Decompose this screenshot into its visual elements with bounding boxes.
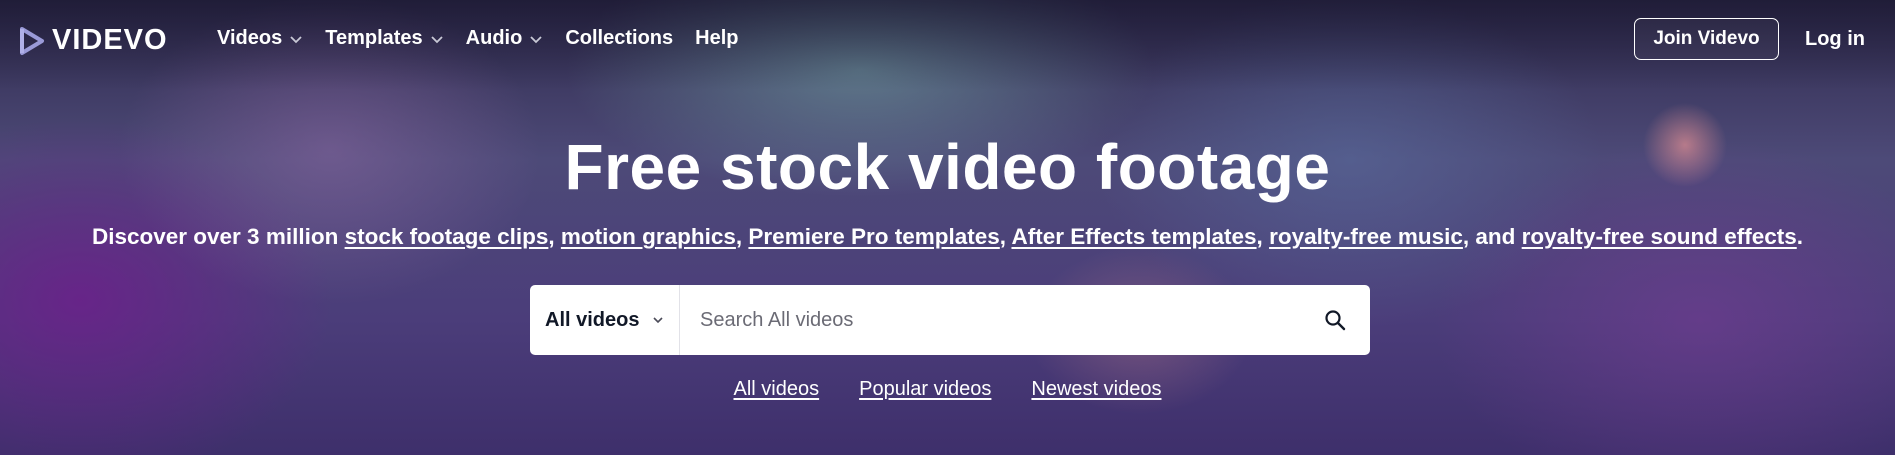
link-newest-videos[interactable]: Newest videos — [1031, 378, 1161, 401]
nav-templates[interactable]: Templates — [325, 27, 443, 50]
join-button[interactable]: Join Videvo — [1634, 18, 1779, 60]
nav-audio[interactable]: Audio — [466, 27, 544, 50]
main-menu: Videos Templates Audio Collections Help — [217, 27, 760, 50]
login-link[interactable]: Log in — [1805, 28, 1865, 51]
chevron-down-icon — [530, 35, 542, 43]
chevron-down-icon — [653, 317, 664, 324]
nav-audio-label: Audio — [465, 27, 523, 49]
subtitle-conjunction: , and — [1462, 224, 1522, 249]
search-type-select[interactable]: All videos — [530, 285, 680, 355]
subtitle-suffix: . — [1796, 224, 1804, 249]
search-type-label: All videos — [545, 308, 640, 331]
quick-links: All videos Popular videos Newest videos — [0, 378, 1895, 401]
play-logo-icon — [20, 26, 44, 55]
subtitle-separator: , — [735, 224, 749, 249]
search-icon — [1325, 310, 1346, 331]
link-premiere-pro-templates[interactable]: Premiere Pro templates — [748, 224, 999, 249]
subtitle-separator: , — [1256, 224, 1270, 249]
link-royalty-free-music[interactable]: royalty-free music — [1269, 224, 1463, 249]
search-button[interactable] — [1300, 285, 1370, 355]
hero-subtitle: Discover over 3 million stock footage cl… — [0, 224, 1895, 250]
logo[interactable]: VIDEVO — [18, 24, 168, 57]
link-after-effects-templates[interactable]: After Effects templates — [1011, 224, 1256, 249]
chevron-down-icon — [431, 35, 443, 43]
subtitle-separator: , — [999, 224, 1012, 249]
search-bar: All videos — [530, 285, 1370, 355]
nav-videos-label: Videos — [217, 27, 283, 49]
nav-templates-label: Templates — [325, 27, 423, 49]
link-all-videos[interactable]: All videos — [734, 378, 820, 401]
brand-name: VIDEVO — [52, 24, 168, 56]
search-input[interactable] — [680, 286, 1300, 354]
nav-collections[interactable]: Collections — [565, 27, 673, 50]
link-popular-videos[interactable]: Popular videos — [859, 378, 991, 401]
top-navigation: VIDEVO Videos Templates Audio Collection… — [0, 0, 1895, 80]
link-royalty-free-sound-effects[interactable]: royalty-free sound effects — [1522, 224, 1797, 249]
link-motion-graphics[interactable]: motion graphics — [561, 224, 736, 249]
subtitle-prefix: Discover over 3 million — [91, 224, 345, 249]
subtitle-separator: , — [548, 224, 561, 249]
nav-help-label: Help — [695, 27, 739, 49]
page-title: Free stock video footage — [564, 131, 1331, 203]
chevron-down-icon — [290, 35, 302, 43]
nav-collections-label: Collections — [565, 27, 674, 49]
link-stock-footage-clips[interactable]: stock footage clips — [345, 224, 549, 249]
hero-banner: VIDEVO Videos Templates Audio Collection… — [0, 0, 1895, 455]
nav-videos[interactable]: Videos — [217, 27, 303, 50]
nav-help[interactable]: Help — [695, 27, 738, 50]
